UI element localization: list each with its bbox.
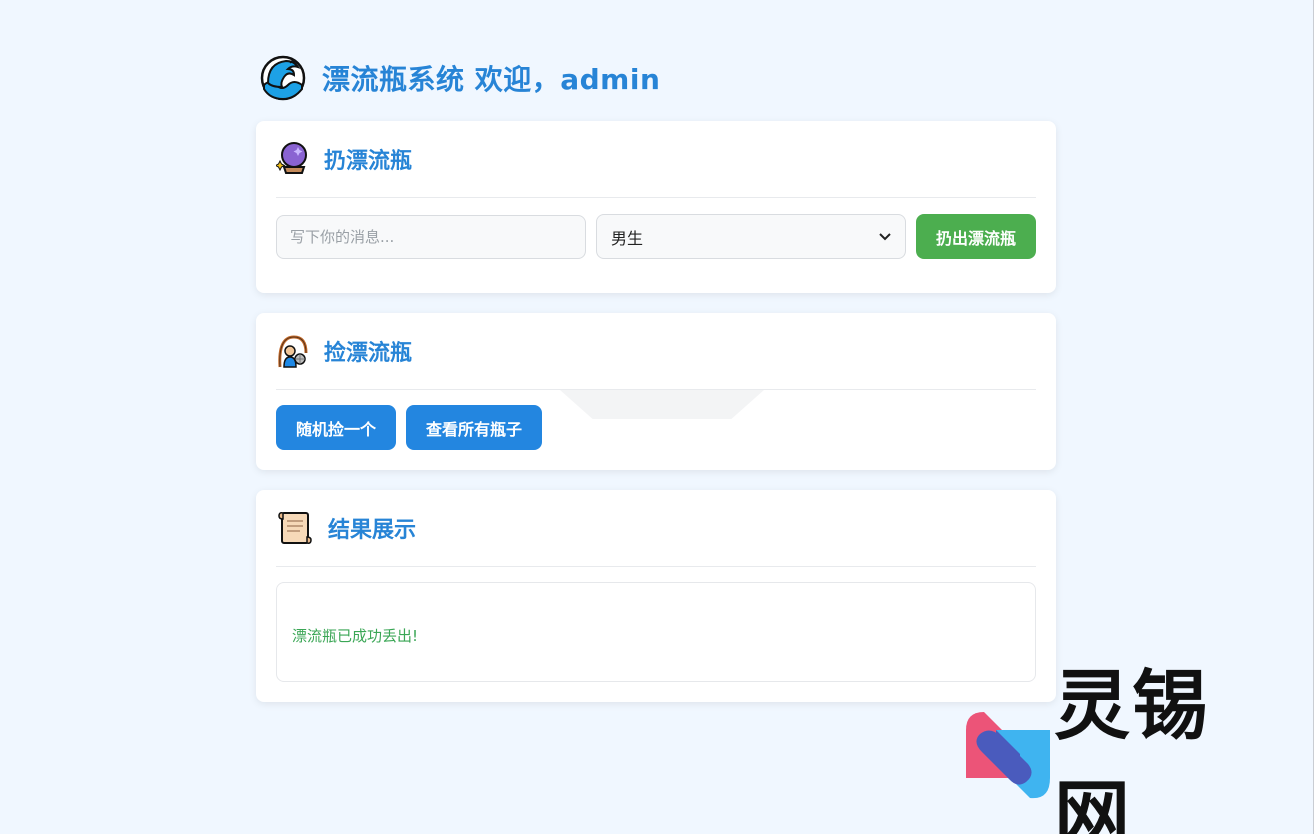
message-input[interactable] [276,214,586,259]
result-display-box: 漂流瓶已成功丢出! [276,582,1036,682]
chevron-down-icon [879,230,891,244]
watermark-text: 灵锡网 [1054,661,1210,834]
page: 漂流瓶系统 欢迎，admin 扔漂流瓶 男生 [0,0,1314,834]
random-pick-button[interactable]: 随机捡一个 [276,405,396,450]
result-message: 漂流瓶已成功丢出! [292,626,419,645]
view-all-bottles-button[interactable]: 查看所有瓶子 [406,405,542,450]
decorative-tab-shape [560,390,764,419]
pick-card-title: 捡漂流瓶 [324,341,413,366]
result-card-header: 结果展示 [276,490,1036,567]
page-title: 漂流瓶系统 欢迎，admin [322,63,661,96]
throw-bottle-card: 扔漂流瓶 男生 扔出漂流瓶 [256,121,1056,293]
throw-card-header: 扔漂流瓶 [276,121,1036,198]
watermark-logo: 灵锡网 [966,661,1286,834]
throw-bottle-button[interactable]: 扔出漂流瓶 [916,214,1036,259]
crystal-ball-icon [276,141,310,177]
throw-card-title: 扔漂流瓶 [324,149,413,174]
result-card: 结果展示 漂流瓶已成功丢出! [256,490,1056,702]
throw-form-row: 男生 扔出漂流瓶 [276,214,1036,259]
page-header: 漂流瓶系统 欢迎，admin [256,48,1056,108]
gender-select-value: 男生 [611,228,644,248]
gender-select[interactable]: 男生 [596,214,906,259]
scroll-icon [276,510,314,546]
fishing-person-icon [276,333,310,369]
wave-icon [260,55,306,101]
pick-bottle-card: 捡漂流瓶 随机捡一个 查看所有瓶子 [256,313,1056,470]
pick-card-header: 捡漂流瓶 [276,313,1036,390]
result-card-title: 结果展示 [328,518,417,543]
main-container: 漂流瓶系统 欢迎，admin 扔漂流瓶 男生 [256,0,1056,702]
brand-logo-icon [966,708,1050,800]
